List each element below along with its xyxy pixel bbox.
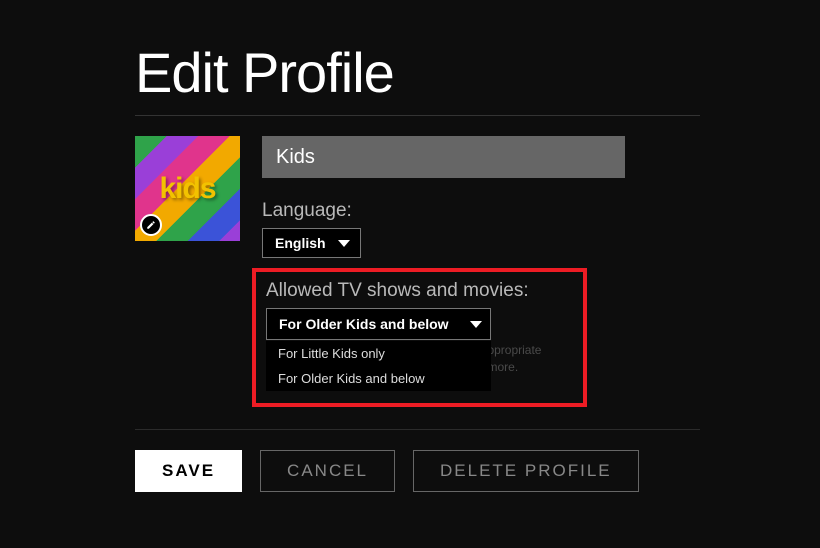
maturity-option[interactable]: For Little Kids only xyxy=(266,341,491,366)
page-title: Edit Profile xyxy=(135,40,700,105)
maturity-option[interactable]: For Older Kids and below xyxy=(266,366,491,391)
maturity-section-highlight: Allowed TV shows and movies: This profil… xyxy=(252,268,587,407)
edit-avatar-button[interactable] xyxy=(140,214,162,236)
divider xyxy=(135,115,700,116)
avatar-label: kids xyxy=(159,172,215,206)
language-select[interactable]: English xyxy=(262,228,361,258)
profile-avatar[interactable]: kids xyxy=(135,136,240,241)
language-selected-value: English xyxy=(275,235,326,251)
pencil-icon xyxy=(146,220,156,230)
profile-name-input[interactable] xyxy=(262,136,625,178)
cancel-button[interactable]: CANCEL xyxy=(260,450,395,492)
language-label: Language: xyxy=(262,200,700,222)
chevron-down-icon xyxy=(338,240,350,247)
chevron-down-icon xyxy=(470,321,482,328)
delete-profile-button[interactable]: DELETE PROFILE xyxy=(413,450,639,492)
maturity-label: Allowed TV shows and movies: xyxy=(266,280,571,302)
divider xyxy=(135,429,700,430)
maturity-select[interactable]: For Older Kids and below xyxy=(266,308,491,340)
save-button[interactable]: SAVE xyxy=(135,450,242,492)
maturity-selected-value: For Older Kids and below xyxy=(279,316,449,332)
maturity-dropdown: For Little Kids only For Older Kids and … xyxy=(266,341,491,391)
